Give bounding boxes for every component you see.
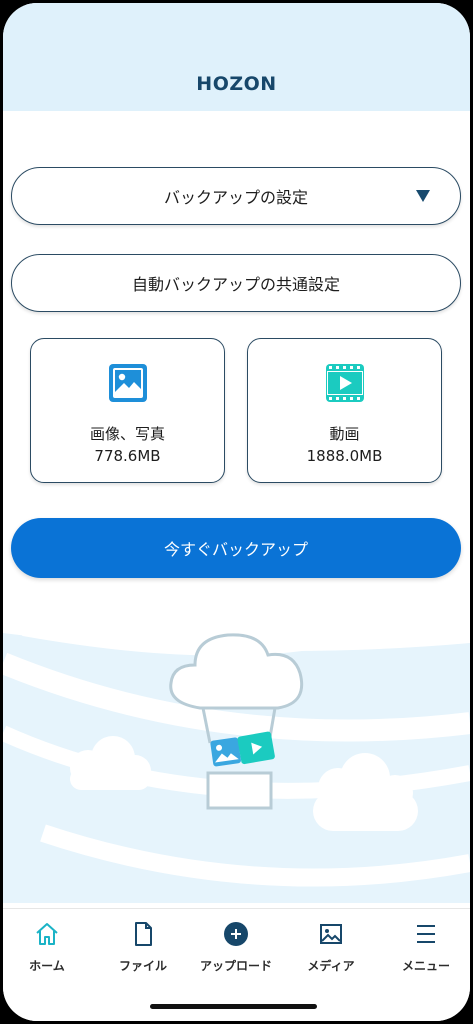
backup-now-button[interactable]: 今すぐバックアップ (11, 518, 461, 578)
videos-card[interactable]: 動画 1888.0MB (247, 338, 442, 483)
plus-circle-icon (224, 922, 248, 946)
balloon-illustration (3, 603, 470, 903)
tab-home[interactable]: ホーム (3, 921, 94, 974)
dropdown-caret-icon (416, 190, 430, 202)
tab-menu[interactable]: メニュー (379, 921, 470, 974)
phone-screen: HOZON バックアップの設定 自動バックアップの共通設定 画像、写真 778.… (3, 3, 470, 1021)
video-icon (326, 364, 364, 402)
backup-settings-label: バックアップの設定 (163, 188, 308, 207)
tab-home-label: ホーム (29, 959, 65, 973)
home-icon (36, 923, 58, 945)
media-icon (320, 924, 342, 944)
tab-file-label: ファイル (118, 959, 167, 973)
videos-label: 動画 (329, 425, 360, 443)
common-settings-button[interactable]: 自動バックアップの共通設定 (11, 254, 461, 312)
tab-upload[interactable]: アップロード (189, 921, 283, 974)
tab-media-label: メディア (307, 959, 355, 973)
videos-size: 1888.0MB (306, 447, 383, 465)
common-settings-label: 自動バックアップの共通設定 (131, 275, 340, 294)
backup-settings-dropdown[interactable]: バックアップの設定 (11, 167, 461, 225)
photos-card[interactable]: 画像、写真 778.6MB (30, 338, 225, 483)
tab-menu-label: メニュー (401, 959, 450, 973)
app-logo: HOZON (196, 73, 277, 95)
app-header: HOZON (3, 3, 470, 111)
tab-media[interactable]: メディア (284, 921, 378, 974)
photos-label: 画像、写真 (89, 425, 165, 443)
tab-file[interactable]: ファイル (96, 921, 190, 974)
menu-icon (417, 925, 435, 943)
image-icon (109, 364, 147, 402)
file-icon (135, 922, 152, 946)
home-indicator[interactable] (150, 1004, 317, 1009)
photos-size: 778.6MB (94, 447, 161, 465)
tab-upload-label: アップロード (199, 959, 272, 973)
